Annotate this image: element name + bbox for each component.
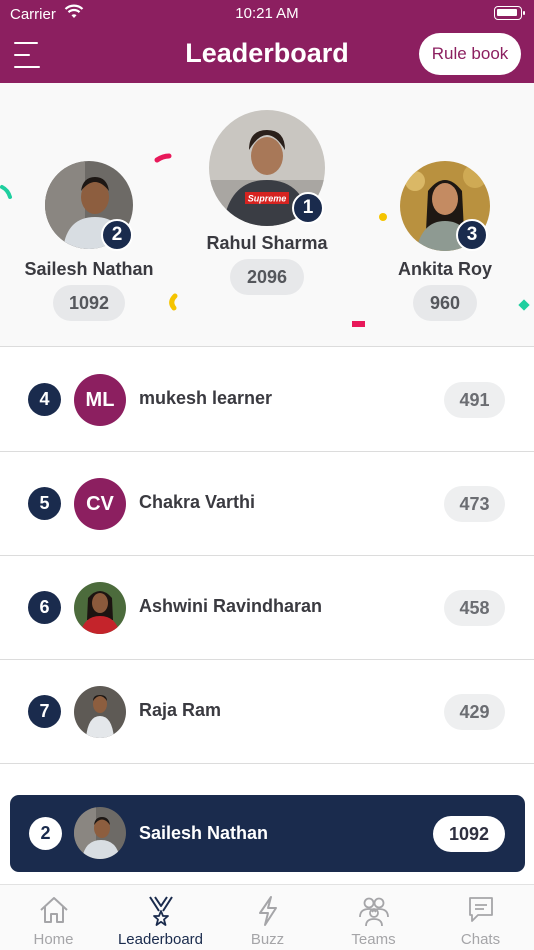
rule-book-button[interactable]: Rule book (419, 33, 521, 75)
leaderboard-row[interactable]: 6 Ashwini Ravindharan 458 (0, 556, 534, 660)
chat-icon (468, 897, 493, 922)
clock: 10:21 AM (235, 5, 299, 22)
bolt-icon (258, 896, 277, 926)
avatar: ML (74, 374, 126, 426)
tab-label: Leaderboard (117, 931, 204, 948)
tab-label: Home (33, 931, 74, 948)
player-score: 491 (444, 382, 505, 418)
podium-score: 960 (413, 285, 477, 321)
avatar (74, 686, 126, 738)
player-name: Ashwini Ravindharan (139, 596, 323, 616)
tab-label: Teams (351, 931, 396, 948)
podium-score: 1092 (53, 285, 125, 321)
player-name: Chakra Varthi (139, 492, 256, 512)
player-name: Raja Ram (139, 700, 222, 720)
player-score: 429 (444, 694, 505, 730)
avatar (74, 582, 126, 634)
rank-badge: 5 (28, 487, 61, 520)
svg-text:Supreme: Supreme (248, 194, 287, 204)
podium-score: 2096 (230, 259, 304, 295)
player-score: 458 (444, 590, 505, 626)
bottom-tab-bar: Home Leaderboard Buzz Teams Chats (0, 884, 534, 950)
tab-teams[interactable]: Teams (320, 885, 427, 950)
rank-badge: 2 (29, 817, 62, 850)
leaderboard-icon (148, 896, 173, 926)
rank-badge: 7 (28, 695, 61, 728)
podium-name: Sailesh Nathan (24, 259, 154, 279)
my-rank-card[interactable]: 2 Sailesh Nathan 1092 (10, 795, 525, 872)
podium-second-place[interactable]: 2 Sailesh Nathan 1092 (14, 83, 164, 347)
tab-buzz[interactable]: Buzz (214, 885, 321, 950)
status-bar: Carrier 10:21 AM (0, 0, 534, 28)
my-score: 1092 (433, 816, 505, 852)
tab-chats[interactable]: Chats (427, 885, 534, 950)
podium-name: Rahul Sharma (206, 233, 328, 253)
tab-leaderboard[interactable]: Leaderboard (107, 885, 214, 950)
player-score: 473 (444, 486, 505, 522)
player-name: mukesh learner (139, 388, 273, 408)
top-three-podium: 2 Sailesh Nathan 1092 Supreme 1 Rahul Sh… (0, 83, 534, 347)
teams-icon (358, 897, 389, 927)
rank-badge: 1 (292, 192, 324, 224)
podium-first-place[interactable]: Supreme 1 Rahul Sharma 2096 (192, 83, 342, 347)
tab-label: Chats (460, 931, 501, 948)
rank-badge: 2 (101, 219, 133, 251)
leaderboard-row[interactable]: 5 CV Chakra Varthi 473 (0, 452, 534, 556)
podium-name: Ankita Roy (397, 259, 493, 279)
rank-badge: 3 (456, 219, 488, 251)
my-name: Sailesh Nathan (139, 823, 269, 843)
rank-badge: 6 (28, 591, 61, 624)
tab-home[interactable]: Home (0, 885, 107, 950)
tab-label: Buzz (250, 931, 285, 948)
home-icon (39, 897, 68, 923)
app-header: Carrier 10:21 AM Leaderboard Rule book (0, 0, 534, 83)
battery-icon (494, 6, 525, 20)
leaderboard-row[interactable]: 4 ML mukesh learner 491 (0, 348, 534, 452)
avatar: CV (74, 478, 126, 530)
leaderboard-row[interactable]: 7 Raja Ram 429 (0, 660, 534, 764)
podium-third-place[interactable]: 3 Ankita Roy 960 (370, 83, 520, 347)
avatar (74, 807, 126, 859)
rank-badge: 4 (28, 383, 61, 416)
